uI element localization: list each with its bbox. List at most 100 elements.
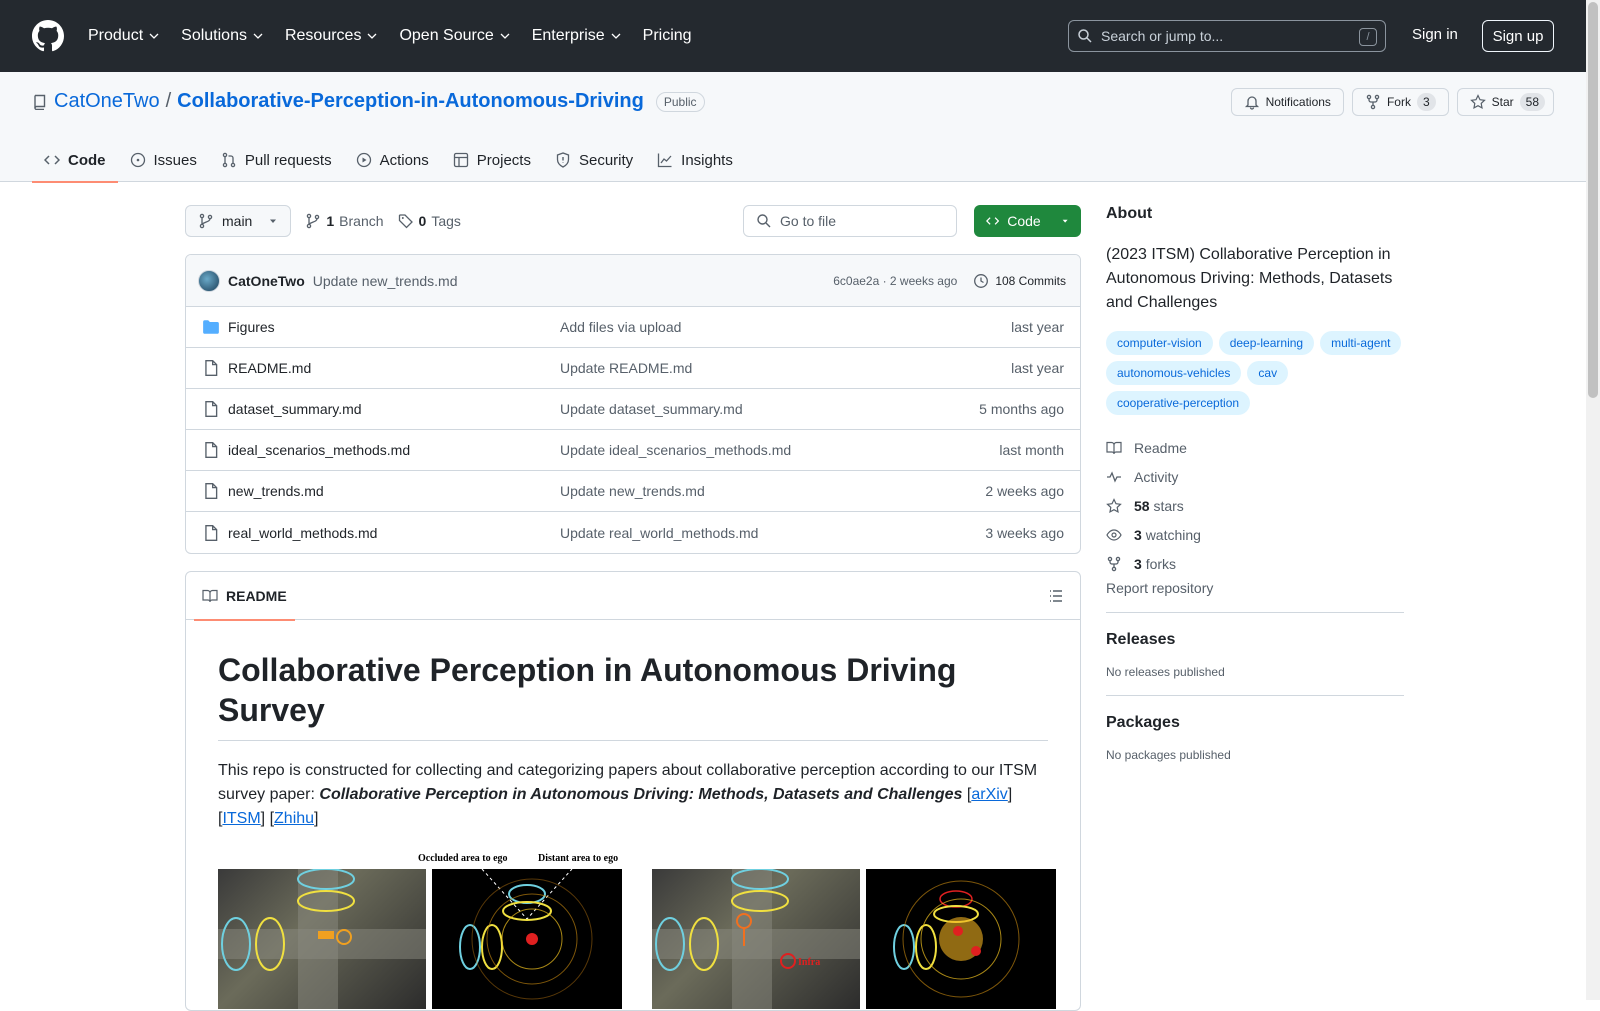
topic-tag[interactable]: multi-agent (1320, 331, 1402, 355)
tab-issues[interactable]: Issues (118, 138, 209, 182)
file-commit-message[interactable]: Add files via upload (560, 319, 681, 335)
sign-up-button[interactable]: Sign up (1482, 20, 1554, 52)
tab-security[interactable]: Security (543, 138, 645, 182)
tags-link[interactable]: 0 Tags (398, 213, 461, 229)
list-outline-icon[interactable] (1048, 588, 1064, 604)
lidar-annotations (893, 880, 1020, 998)
avatar[interactable] (198, 269, 220, 292)
repo-owner-link[interactable]: CatOneTwo (54, 90, 160, 113)
file-row[interactable]: real_world_methods.md Update real_world_… (186, 512, 1080, 553)
file-commit-message[interactable]: Update dataset_summary.md (560, 401, 743, 417)
commit-meta: 6c0ae2a · 2 weeks ago 108 Commits (833, 255, 1066, 307)
file-commit-message[interactable]: Update real_world_methods.md (560, 525, 758, 541)
code-download-button[interactable]: Code (974, 205, 1081, 237)
branches-link[interactable]: 1 Branch (305, 213, 384, 229)
play-icon (356, 152, 371, 168)
lidar-annotations (459, 869, 593, 1000)
star-button[interactable]: Star 58 (1456, 88, 1554, 116)
file-icon (205, 524, 218, 541)
page-scrollbar[interactable] (1586, 0, 1600, 1000)
nav-product[interactable]: Product (88, 27, 159, 45)
star-icon (1106, 497, 1122, 513)
repo-main: main 1 Branch 0 Tags Go to file Code Cat… (185, 205, 1081, 1011)
github-logo-icon[interactable] (32, 20, 64, 52)
file-row[interactable]: dataset_summary.md Update dataset_summar… (186, 389, 1080, 430)
table-icon (453, 152, 468, 168)
readme-link[interactable]: Readme (1106, 433, 1404, 462)
topic-tag[interactable]: autonomous-vehicles (1106, 361, 1242, 385)
readme-tab[interactable]: README (194, 572, 295, 621)
file-name[interactable]: README.md (228, 360, 560, 376)
repo-icon (34, 94, 46, 110)
chevron-down-icon (611, 33, 621, 39)
watching-link[interactable]: 3 watching (1106, 520, 1404, 549)
arxiv-link[interactable]: arXiv (971, 786, 1007, 803)
file-row[interactable]: ideal_scenarios_methods.md Update ideal_… (186, 430, 1080, 471)
commit-author[interactable]: CatOneTwo (228, 273, 305, 289)
commit-sha-time[interactable]: 6c0ae2a · 2 weeks ago (833, 274, 957, 288)
file-commit-message[interactable]: Update new_trends.md (560, 483, 705, 499)
file-name[interactable]: new_trends.md (228, 483, 560, 499)
nav-resources[interactable]: Resources (285, 27, 377, 45)
file-commit-message[interactable]: Update README.md (560, 360, 692, 376)
topic-tag[interactable]: cooperative-perception (1106, 391, 1251, 415)
file-name[interactable]: ideal_scenarios_methods.md (228, 442, 560, 458)
commit-count: 108 Commits (995, 274, 1066, 288)
activity-link[interactable]: Activity (1106, 462, 1404, 491)
fork-icon (1366, 94, 1380, 110)
search-input[interactable]: Search or jump to... / (1068, 20, 1386, 52)
caret-down-icon (270, 219, 277, 223)
releases-title[interactable]: Releases (1106, 631, 1404, 649)
file-row[interactable]: new_trends.md Update new_trends.md 2 wee… (186, 471, 1080, 512)
tab-actions[interactable]: Actions (344, 138, 441, 182)
repo-name-link[interactable]: Collaborative-Perception-in-Autonomous-D… (177, 90, 644, 113)
file-date: last year (1011, 360, 1064, 376)
sidebar-link-label: stars (1153, 497, 1184, 514)
commit-message[interactable]: Update new_trends.md (313, 273, 458, 289)
scrollbar-thumb[interactable] (1588, 2, 1598, 398)
tab-insights[interactable]: Insights (645, 138, 745, 182)
releases-empty-text: No releases published (1106, 665, 1225, 679)
forks-link[interactable]: 3 forks (1106, 549, 1404, 578)
visibility-badge: Public (655, 91, 705, 112)
packages-title[interactable]: Packages (1106, 714, 1404, 732)
topic-tag[interactable]: deep-learning (1218, 331, 1315, 355)
fork-button[interactable]: Fork 3 (1351, 88, 1449, 116)
sign-in-link[interactable]: Sign in (1412, 26, 1458, 43)
branch-icon (307, 213, 320, 229)
nav-pricing[interactable]: Pricing (643, 27, 692, 45)
code-button-label: Code (1007, 213, 1041, 229)
file-icon (205, 483, 218, 499)
nav-open-source[interactable]: Open Source (399, 27, 510, 45)
branch-selector[interactable]: main (185, 205, 292, 237)
tab-code[interactable]: Code (32, 138, 118, 183)
file-row[interactable]: README.md Update README.md last year (186, 348, 1080, 389)
file-name[interactable]: Figures (228, 319, 560, 335)
code-icon (986, 217, 1000, 225)
go-to-file-input[interactable]: Go to file (743, 205, 957, 237)
stars-link[interactable]: 58 stars (1106, 491, 1404, 520)
zhihu-link[interactable]: Zhihu (274, 810, 314, 827)
report-repository-link[interactable]: Report repository (1106, 580, 1404, 613)
tab-label: Insights (681, 151, 733, 169)
nav-label: Pricing (642, 27, 692, 44)
tab-projects[interactable]: Projects (441, 138, 543, 182)
tab-label: Issues (153, 151, 197, 169)
commits-history-link[interactable]: 108 Commits (973, 273, 1066, 289)
breadcrumb-separator: / (165, 90, 172, 112)
file-name[interactable]: real_world_methods.md (228, 525, 560, 541)
branch-icon (199, 213, 213, 229)
topic-tag[interactable]: computer-vision (1106, 331, 1213, 355)
topic-tag[interactable]: cav (1247, 361, 1289, 385)
file-name[interactable]: dataset_summary.md (228, 401, 560, 417)
pull-request-icon (222, 152, 236, 168)
itsm-link[interactable]: ITSM (222, 810, 260, 827)
file-row[interactable]: Figures Add files via upload last year (186, 307, 1080, 348)
notifications-button[interactable]: Notifications (1230, 88, 1344, 116)
tab-pull-requests[interactable]: Pull requests (209, 138, 344, 182)
nav-solutions[interactable]: Solutions (181, 27, 263, 45)
nav-enterprise[interactable]: Enterprise (532, 27, 621, 45)
folder-icon (203, 320, 219, 334)
file-commit-message[interactable]: Update ideal_scenarios_methods.md (560, 442, 791, 458)
nav-label: Solutions (181, 27, 247, 44)
